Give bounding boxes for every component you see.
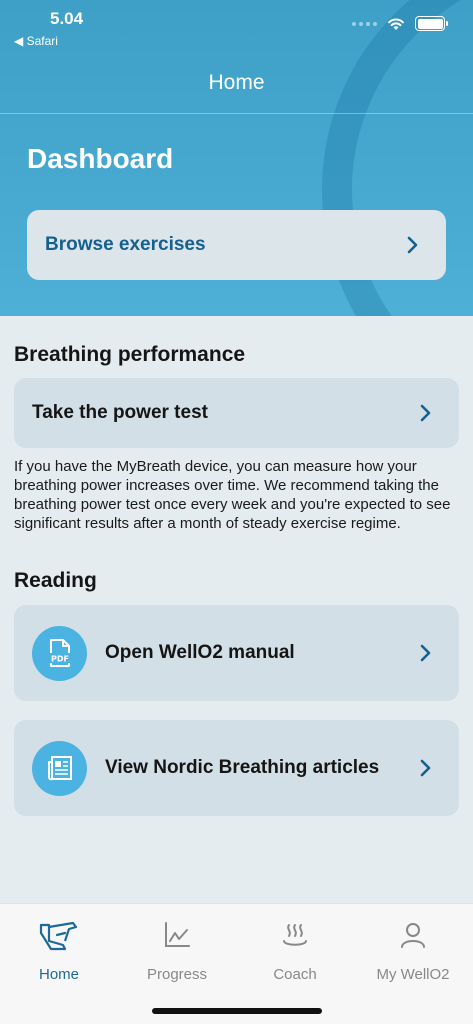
header-banner: 5.04 ◀ Safari Home Dashboard Browse exer… (0, 0, 473, 316)
tab-home-label: Home (38, 966, 79, 983)
svg-text:PDF: PDF (51, 655, 69, 664)
wifi-icon (388, 17, 404, 30)
article-icon (32, 740, 87, 796)
steam-icon (236, 918, 354, 952)
battery-icon (415, 16, 448, 31)
status-icons (352, 16, 448, 31)
reading-heading: Reading (14, 569, 97, 592)
tab-progress-label: Progress (146, 966, 208, 983)
signal-icon (352, 21, 377, 26)
power-test-button[interactable]: Take the power test (14, 378, 459, 448)
back-to-safari-link[interactable]: ◀ Safari (14, 34, 58, 48)
tab-progress[interactable]: Progress (118, 918, 236, 983)
tab-coach[interactable]: Coach (236, 918, 354, 983)
pdf-icon: PDF (32, 625, 87, 681)
home-icon (0, 918, 118, 952)
chevron-right-icon (420, 759, 431, 777)
power-test-description: If you have the MyBreath device, you can… (14, 458, 451, 532)
power-test-label: Take the power test (32, 402, 208, 423)
tab-my-wello2-label: My WellO2 (376, 966, 450, 983)
breathing-performance-heading: Breathing performance (14, 343, 246, 366)
tab-bar: Home Progress Coach My WellO2 (0, 903, 473, 1024)
nordic-articles-label: View Nordic Breathing articles (105, 757, 380, 778)
nordic-articles-button[interactable]: View Nordic Breathing articles (14, 720, 459, 816)
tab-coach-label: Coach (273, 966, 317, 983)
browse-exercises-label: Browse exercises (45, 234, 206, 255)
tab-home[interactable]: Home (0, 918, 118, 983)
status-time: 5.04 (50, 9, 84, 28)
chevron-right-icon (420, 404, 431, 422)
dashboard-title: Dashboard (27, 143, 174, 174)
open-manual-label: Open WellO2 manual (105, 642, 295, 663)
browse-exercises-button[interactable]: Browse exercises (27, 210, 446, 280)
person-icon (354, 918, 472, 952)
open-manual-button[interactable]: PDF Open WellO2 manual (14, 605, 459, 701)
header-divider (0, 113, 473, 114)
chevron-right-icon (420, 644, 431, 662)
chevron-right-icon (407, 236, 418, 254)
page-title: Home (208, 71, 265, 94)
home-indicator[interactable] (152, 1008, 322, 1014)
tab-my-wello2[interactable]: My WellO2 (354, 918, 472, 983)
chart-icon (118, 918, 236, 952)
